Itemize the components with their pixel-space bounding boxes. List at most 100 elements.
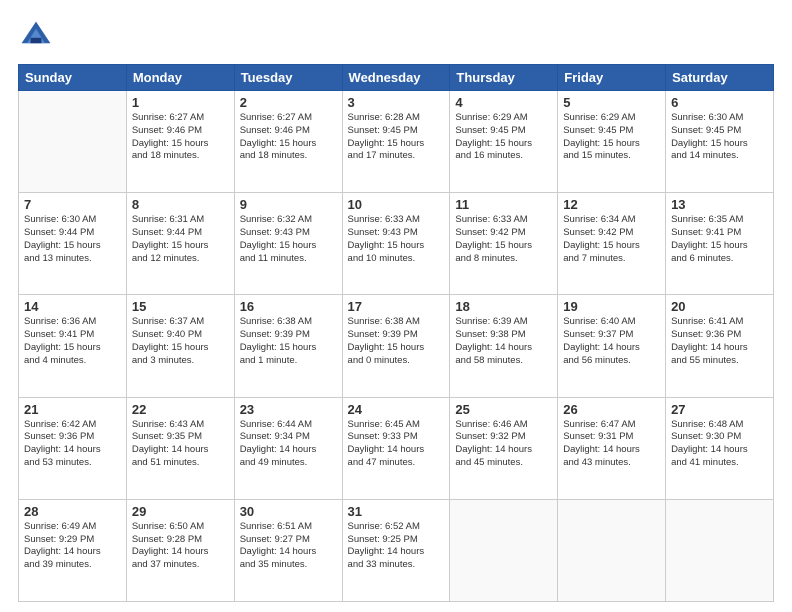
day-number: 3 bbox=[348, 95, 445, 110]
calendar-cell: 14 Sunrise: 6:36 AM Sunset: 9:41 PM Dayli… bbox=[19, 295, 127, 397]
calendar-cell: 17 Sunrise: 6:38 AM Sunset: 9:39 PM Dayli… bbox=[342, 295, 450, 397]
day-info: Sunrise: 6:43 AM Sunset: 9:35 PM Dayligh… bbox=[132, 419, 229, 470]
day-info: Sunrise: 6:49 AM Sunset: 9:29 PM Dayligh… bbox=[24, 521, 121, 572]
calendar-cell bbox=[19, 91, 127, 193]
day-info: Sunrise: 6:47 AM Sunset: 9:31 PM Dayligh… bbox=[563, 419, 660, 470]
calendar-cell: 4 Sunrise: 6:29 AM Sunset: 9:45 PM Daylig… bbox=[450, 91, 558, 193]
week-row-3: 14 Sunrise: 6:36 AM Sunset: 9:41 PM Dayli… bbox=[19, 295, 774, 397]
calendar-cell: 13 Sunrise: 6:35 AM Sunset: 9:41 PM Dayli… bbox=[666, 193, 774, 295]
weekday-header-wednesday: Wednesday bbox=[342, 65, 450, 91]
calendar-cell: 22 Sunrise: 6:43 AM Sunset: 9:35 PM Dayli… bbox=[126, 397, 234, 499]
day-number: 4 bbox=[455, 95, 552, 110]
calendar-cell: 11 Sunrise: 6:33 AM Sunset: 9:42 PM Dayli… bbox=[450, 193, 558, 295]
calendar-cell: 8Sunrise: 6:31 AM Sunset: 9:44 PM Daylig… bbox=[126, 193, 234, 295]
day-number: 7 bbox=[24, 197, 121, 212]
day-number: 1 bbox=[132, 95, 229, 110]
calendar-cell: 19 Sunrise: 6:40 AM Sunset: 9:37 PM Dayli… bbox=[558, 295, 666, 397]
weekday-header-sunday: Sunday bbox=[19, 65, 127, 91]
calendar-cell: 12 Sunrise: 6:34 AM Sunset: 9:42 PM Dayli… bbox=[558, 193, 666, 295]
calendar-cell: 9 Sunrise: 6:32 AM Sunset: 9:43 PM Daylig… bbox=[234, 193, 342, 295]
calendar-cell: 2 Sunrise: 6:27 AM Sunset: 9:46 PM Daylig… bbox=[234, 91, 342, 193]
day-info: Sunrise: 6:32 AM Sunset: 9:43 PM Dayligh… bbox=[240, 214, 337, 265]
weekday-header-friday: Friday bbox=[558, 65, 666, 91]
day-number: 5 bbox=[563, 95, 660, 110]
day-info: Sunrise: 6:29 AM Sunset: 9:45 PM Dayligh… bbox=[455, 112, 552, 163]
calendar-cell: 1 Sunrise: 6:27 AM Sunset: 9:46 PM Daylig… bbox=[126, 91, 234, 193]
day-info: Sunrise: 6:40 AM Sunset: 9:37 PM Dayligh… bbox=[563, 316, 660, 367]
calendar-cell: 24Sunrise: 6:45 AM Sunset: 9:33 PM Dayli… bbox=[342, 397, 450, 499]
week-row-1: 1 Sunrise: 6:27 AM Sunset: 9:46 PM Daylig… bbox=[19, 91, 774, 193]
day-number: 20 bbox=[671, 299, 768, 314]
weekday-header-saturday: Saturday bbox=[666, 65, 774, 91]
calendar-cell: 3Sunrise: 6:28 AM Sunset: 9:45 PM Daylig… bbox=[342, 91, 450, 193]
day-info: Sunrise: 6:39 AM Sunset: 9:38 PM Dayligh… bbox=[455, 316, 552, 367]
day-number: 17 bbox=[348, 299, 445, 314]
day-number: 30 bbox=[240, 504, 337, 519]
day-info: Sunrise: 6:38 AM Sunset: 9:39 PM Dayligh… bbox=[348, 316, 445, 367]
calendar-cell: 18 Sunrise: 6:39 AM Sunset: 9:38 PM Dayli… bbox=[450, 295, 558, 397]
calendar-cell: 26 Sunrise: 6:47 AM Sunset: 9:31 PM Dayli… bbox=[558, 397, 666, 499]
weekday-header-thursday: Thursday bbox=[450, 65, 558, 91]
day-number: 22 bbox=[132, 402, 229, 417]
calendar-table: SundayMondayTuesdayWednesdayThursdayFrid… bbox=[18, 64, 774, 602]
week-row-2: 7 Sunrise: 6:30 AM Sunset: 9:44 PM Daylig… bbox=[19, 193, 774, 295]
day-info: Sunrise: 6:50 AM Sunset: 9:28 PM Dayligh… bbox=[132, 521, 229, 572]
day-number: 11 bbox=[455, 197, 552, 212]
calendar-cell: 28 Sunrise: 6:49 AM Sunset: 9:29 PM Dayli… bbox=[19, 499, 127, 601]
day-info: Sunrise: 6:51 AM Sunset: 9:27 PM Dayligh… bbox=[240, 521, 337, 572]
day-number: 15 bbox=[132, 299, 229, 314]
calendar-cell bbox=[558, 499, 666, 601]
calendar-cell: 5Sunrise: 6:29 AM Sunset: 9:45 PM Daylig… bbox=[558, 91, 666, 193]
day-info: Sunrise: 6:46 AM Sunset: 9:32 PM Dayligh… bbox=[455, 419, 552, 470]
header bbox=[18, 18, 774, 54]
day-number: 9 bbox=[240, 197, 337, 212]
day-info: Sunrise: 6:38 AM Sunset: 9:39 PM Dayligh… bbox=[240, 316, 337, 367]
day-number: 19 bbox=[563, 299, 660, 314]
day-number: 23 bbox=[240, 402, 337, 417]
day-info: Sunrise: 6:44 AM Sunset: 9:34 PM Dayligh… bbox=[240, 419, 337, 470]
day-number: 16 bbox=[240, 299, 337, 314]
day-info: Sunrise: 6:36 AM Sunset: 9:41 PM Dayligh… bbox=[24, 316, 121, 367]
calendar-cell: 27 Sunrise: 6:48 AM Sunset: 9:30 PM Dayli… bbox=[666, 397, 774, 499]
day-number: 13 bbox=[671, 197, 768, 212]
calendar-cell: 15 Sunrise: 6:37 AM Sunset: 9:40 PM Dayli… bbox=[126, 295, 234, 397]
calendar-cell: 30 Sunrise: 6:51 AM Sunset: 9:27 PM Dayli… bbox=[234, 499, 342, 601]
day-number: 12 bbox=[563, 197, 660, 212]
day-info: Sunrise: 6:27 AM Sunset: 9:46 PM Dayligh… bbox=[132, 112, 229, 163]
logo-icon bbox=[18, 18, 54, 54]
day-info: Sunrise: 6:30 AM Sunset: 9:44 PM Dayligh… bbox=[24, 214, 121, 265]
page: SundayMondayTuesdayWednesdayThursdayFrid… bbox=[0, 0, 792, 612]
day-number: 28 bbox=[24, 504, 121, 519]
day-number: 26 bbox=[563, 402, 660, 417]
day-info: Sunrise: 6:42 AM Sunset: 9:36 PM Dayligh… bbox=[24, 419, 121, 470]
calendar-cell: 16 Sunrise: 6:38 AM Sunset: 9:39 PM Dayli… bbox=[234, 295, 342, 397]
week-row-4: 21 Sunrise: 6:42 AM Sunset: 9:36 PM Dayli… bbox=[19, 397, 774, 499]
day-info: Sunrise: 6:27 AM Sunset: 9:46 PM Dayligh… bbox=[240, 112, 337, 163]
calendar-cell: 6Sunrise: 6:30 AM Sunset: 9:45 PM Daylig… bbox=[666, 91, 774, 193]
calendar-cell bbox=[666, 499, 774, 601]
day-number: 10 bbox=[348, 197, 445, 212]
day-info: Sunrise: 6:37 AM Sunset: 9:40 PM Dayligh… bbox=[132, 316, 229, 367]
calendar-cell: 25 Sunrise: 6:46 AM Sunset: 9:32 PM Dayli… bbox=[450, 397, 558, 499]
day-info: Sunrise: 6:35 AM Sunset: 9:41 PM Dayligh… bbox=[671, 214, 768, 265]
day-info: Sunrise: 6:34 AM Sunset: 9:42 PM Dayligh… bbox=[563, 214, 660, 265]
day-number: 14 bbox=[24, 299, 121, 314]
day-number: 2 bbox=[240, 95, 337, 110]
calendar-cell: 10 Sunrise: 6:33 AM Sunset: 9:43 PM Dayli… bbox=[342, 193, 450, 295]
day-info: Sunrise: 6:48 AM Sunset: 9:30 PM Dayligh… bbox=[671, 419, 768, 470]
day-number: 6 bbox=[671, 95, 768, 110]
calendar-cell bbox=[450, 499, 558, 601]
day-number: 27 bbox=[671, 402, 768, 417]
day-info: Sunrise: 6:52 AM Sunset: 9:25 PM Dayligh… bbox=[348, 521, 445, 572]
day-info: Sunrise: 6:33 AM Sunset: 9:43 PM Dayligh… bbox=[348, 214, 445, 265]
weekday-header-monday: Monday bbox=[126, 65, 234, 91]
day-number: 21 bbox=[24, 402, 121, 417]
day-info: Sunrise: 6:33 AM Sunset: 9:42 PM Dayligh… bbox=[455, 214, 552, 265]
day-info: Sunrise: 6:31 AM Sunset: 9:44 PM Dayligh… bbox=[132, 214, 229, 265]
day-number: 25 bbox=[455, 402, 552, 417]
day-number: 29 bbox=[132, 504, 229, 519]
day-info: Sunrise: 6:45 AM Sunset: 9:33 PM Dayligh… bbox=[348, 419, 445, 470]
day-number: 18 bbox=[455, 299, 552, 314]
calendar-cell: 31Sunrise: 6:52 AM Sunset: 9:25 PM Dayli… bbox=[342, 499, 450, 601]
calendar-cell: 29 Sunrise: 6:50 AM Sunset: 9:28 PM Dayli… bbox=[126, 499, 234, 601]
